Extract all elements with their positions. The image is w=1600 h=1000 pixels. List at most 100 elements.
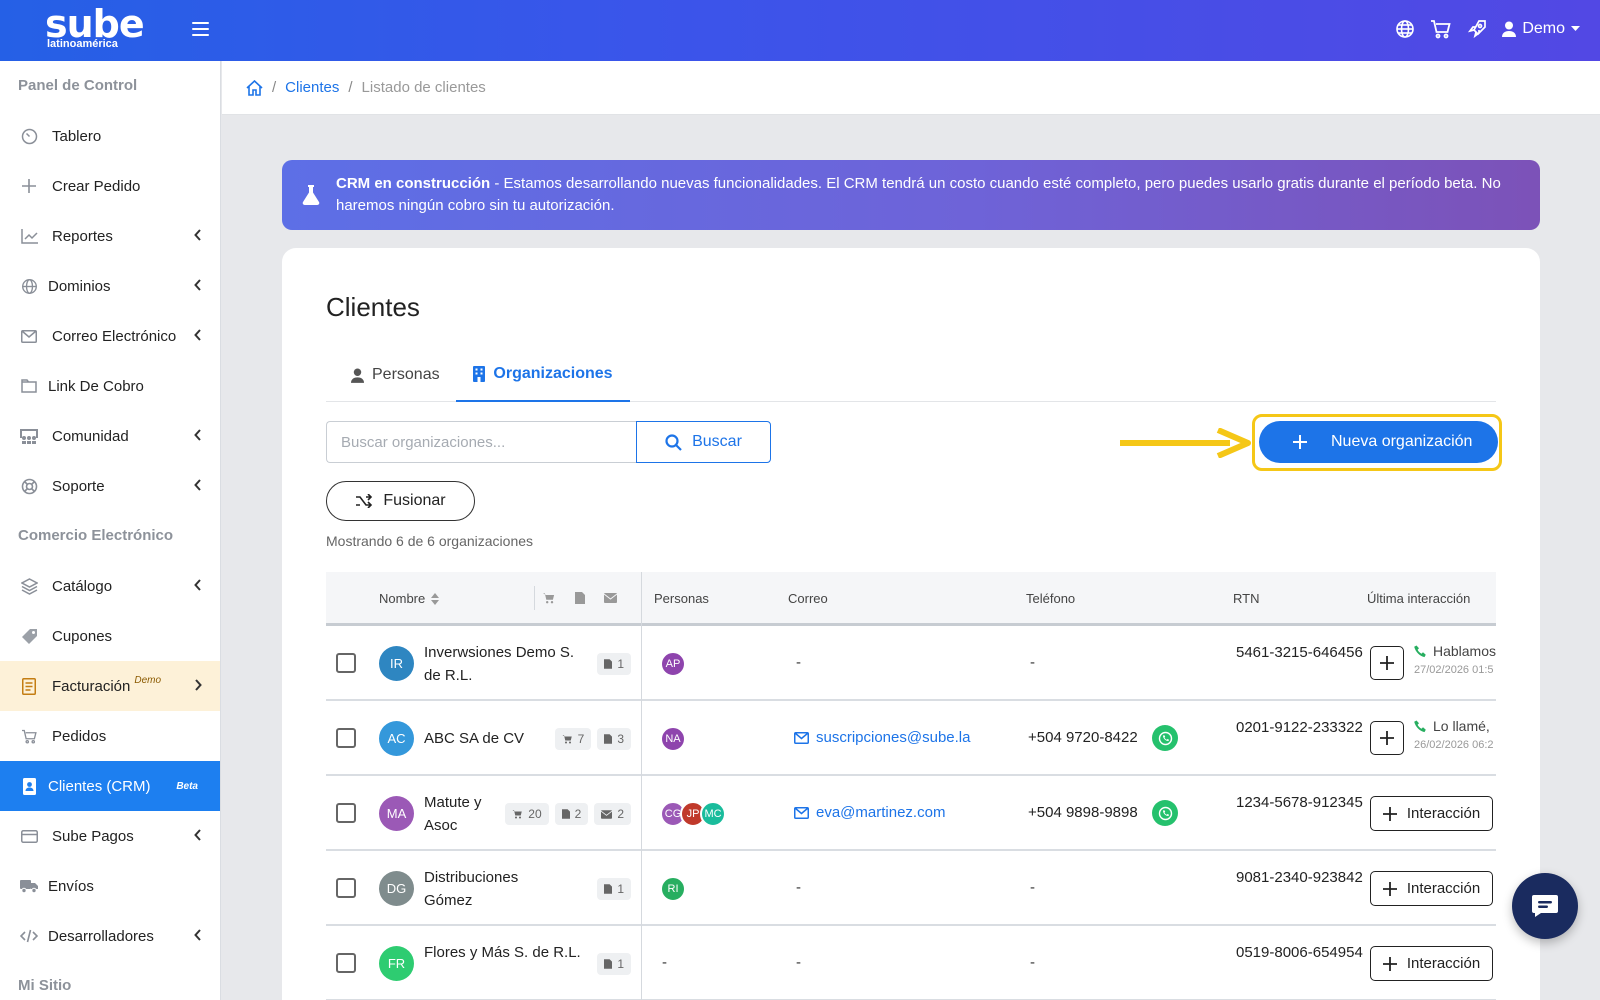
badge-count: 1 (617, 957, 624, 971)
life-ring-icon (20, 477, 38, 495)
sidebar-item-facturacion[interactable]: Facturación Demo (0, 661, 220, 711)
sidebar-item-cupones[interactable]: Cupones (0, 611, 220, 661)
document-icon (604, 884, 613, 894)
tab-personas[interactable]: Personas (351, 348, 440, 402)
org-avatar: FR (379, 946, 414, 981)
table-row: MA Matute y Asoc 20 2 2 CG JP MC eva@mar… (326, 776, 1496, 851)
sidebar-item-label: Clientes (CRM) (48, 777, 151, 795)
interaction-button[interactable]: Interacción (1370, 796, 1493, 831)
cart-icon (543, 593, 555, 604)
sidebar-item-label: Sube Pagos (52, 827, 134, 845)
org-name[interactable]: Inverwsiones Demo S. de R.L. (424, 641, 584, 687)
breadcrumb-clientes-link[interactable]: Clientes (285, 79, 339, 96)
sidebar-item-correo[interactable]: Correo Electrónico (0, 311, 220, 361)
people-avatars: NA (660, 726, 686, 752)
org-name[interactable]: Distribuciones Gómez (424, 866, 544, 912)
banner-title: CRM en construcción (336, 175, 491, 192)
email-link[interactable]: eva@martinez.com (794, 804, 945, 821)
crm-beta-banner: CRM en construcción - Estamos desarrolla… (282, 160, 1540, 230)
yellow-arrow-annotation (1120, 428, 1251, 458)
interaction-button[interactable]: Interacción (1370, 871, 1493, 906)
home-icon[interactable] (246, 79, 263, 96)
table-row: AC ABC SA de CV 7 3 NA suscripciones@sub… (326, 701, 1496, 776)
new-organization-button[interactable]: Nueva organización (1259, 421, 1498, 463)
rocket-icon[interactable] (1466, 18, 1488, 40)
whatsapp-icon[interactable] (1152, 800, 1178, 826)
column-correo-header: Correo (788, 591, 828, 606)
badge-count: 2 (617, 807, 624, 821)
menu-toggle-icon[interactable] (192, 22, 209, 36)
sidebar-item-catalogo[interactable]: Catálogo (0, 561, 220, 611)
orders-count-badge: 7 (554, 728, 592, 750)
sidebar-item-link-de-cobro[interactable]: Link De Cobro (0, 361, 220, 411)
top-navbar: sube latinoamérica Demo (0, 0, 1600, 61)
sidebar-item-crear-pedido[interactable]: Crear Pedido (0, 161, 220, 211)
tab-organizaciones[interactable]: Organizaciones (456, 348, 630, 402)
sidebar-item-tablero[interactable]: Tablero (0, 111, 220, 161)
beta-badge: Beta (176, 781, 198, 792)
sidebar-item-envios[interactable]: Envíos (0, 861, 220, 911)
email-link[interactable]: suscripciones@sube.la (794, 729, 970, 746)
rtn-cell: 5461-3215-646456 (1236, 644, 1363, 661)
sidebar-item-clientes-crm[interactable]: Clientes (CRM) Beta (0, 761, 220, 811)
sidebar-item-pedidos[interactable]: Pedidos (0, 711, 220, 761)
org-name[interactable]: Matute y Asoc (424, 791, 484, 837)
sidebar-item-label: Soporte (52, 477, 105, 495)
phone-icon (1414, 645, 1426, 657)
sidebar-item-label: Link De Cobro (48, 377, 144, 395)
row-checkbox[interactable] (336, 953, 356, 973)
interaction-button[interactable]: Interacción (1370, 946, 1493, 981)
breadcrumb: / Clientes / Listado de clientes (222, 61, 1600, 115)
code-icon (20, 927, 38, 945)
row-checkbox[interactable] (336, 878, 356, 898)
brand-logo[interactable]: sube latinoamérica (45, 5, 145, 50)
sidebar-item-comunidad[interactable]: Comunidad (0, 411, 220, 461)
last-interaction[interactable]: Lo llamé, 26/02/2026 06:2 (1414, 718, 1496, 751)
search-input[interactable] (326, 421, 638, 463)
row-checkbox[interactable] (336, 653, 356, 673)
last-interaction-text: Lo llamé, (1433, 718, 1490, 734)
add-interaction-button[interactable] (1370, 721, 1404, 755)
sort-icon (431, 592, 440, 605)
chart-line-icon (20, 227, 38, 245)
credit-card-icon (20, 827, 38, 845)
whatsapp-icon[interactable] (1152, 725, 1178, 751)
people-avatars: AP (660, 651, 686, 677)
sidebar-item-soporte[interactable]: Soporte (0, 461, 220, 511)
cart-icon[interactable] (1430, 18, 1452, 40)
merge-button[interactable]: Fusionar (326, 481, 475, 521)
phone-cell: +504 9720-8422 (1028, 729, 1138, 746)
person-avatar[interactable]: MC (700, 801, 726, 827)
document-icon (604, 734, 613, 744)
flask-icon (302, 185, 320, 205)
globe-icon[interactable] (1394, 18, 1416, 40)
rtn-cell: 9081-2340-923842 (1236, 869, 1363, 886)
org-name[interactable]: Flores y Más S. de R.L. (424, 941, 584, 964)
add-interaction-button[interactable] (1370, 646, 1404, 680)
row-checkbox[interactable] (336, 803, 356, 823)
row-checkbox[interactable] (336, 728, 356, 748)
plus-icon (1382, 806, 1397, 821)
column-name-header[interactable]: Nombre (379, 591, 440, 606)
chat-widget-button[interactable] (1512, 873, 1578, 939)
sidebar-item-sube-pagos[interactable]: Sube Pagos (0, 811, 220, 861)
sidebar-item-label: Tablero (52, 127, 102, 145)
sidebar-item-dominios[interactable]: Dominios (0, 261, 220, 311)
last-interaction[interactable]: Hablamos 27/02/2026 01:5 (1414, 643, 1496, 676)
plus-icon (1382, 956, 1397, 971)
person-avatar[interactable]: NA (660, 726, 686, 752)
org-badges: 1 (597, 878, 631, 900)
email-text: eva@martinez.com (816, 804, 946, 821)
person-avatar[interactable]: RI (660, 876, 686, 902)
search-button[interactable]: Buscar (636, 421, 771, 463)
sidebar: Panel de Control Tablero Crear Pedido Re… (0, 61, 221, 1000)
user-menu[interactable]: Demo (1502, 20, 1580, 38)
sidebar-item-reportes[interactable]: Reportes (0, 211, 220, 261)
chevron-left-icon (194, 329, 201, 341)
people-avatars: RI (660, 876, 686, 902)
last-interaction-date: 27/02/2026 01:5 (1414, 664, 1494, 676)
sidebar-item-desarrolladores[interactable]: Desarrolladores (0, 911, 220, 961)
results-count: Mostrando 6 de 6 organizaciones (326, 533, 534, 549)
interaction-button-label: Interacción (1406, 805, 1481, 822)
person-avatar[interactable]: AP (660, 651, 686, 677)
